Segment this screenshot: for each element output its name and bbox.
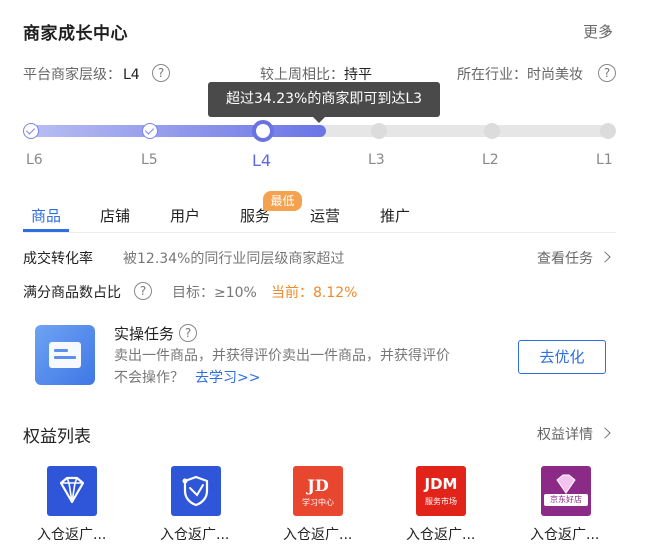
tab-divider [23,232,616,233]
level-node-l2 [484,123,500,139]
level-progress-fill [30,125,326,137]
diamond-icon[interactable] [47,466,97,516]
full-score-label: 满分商品数占比 [23,285,121,301]
jdm-service-market-icon[interactable]: JDM 服务市场 [416,466,466,516]
benefit-label: 入仓返广... [530,527,600,543]
jd-logo-sub: 学习中心 [302,498,334,507]
task-help-text: 不会操作？ [114,370,184,386]
jd-learning-center-icon[interactable]: JD 学习中心 [293,466,343,516]
compare-label: 较上周相比： [260,67,344,83]
benefit-label: 入仓返广... [283,527,353,543]
task-desc: 卖出一件商品，并获得评价卖出一件商品，并获得评价 [114,348,450,364]
active-tab-indicator [23,229,69,232]
benefit-label: 入仓返广... [160,527,230,543]
task-title: 实操任务 [114,325,175,343]
level-node-l3 [371,123,387,139]
learn-link[interactable]: 去学习>> [195,367,260,387]
target-metric: 目标：≥10% [172,282,257,302]
good-store-logo-text: 京东好店 [544,494,588,506]
current-label: 当前： [271,285,313,301]
benefits-detail-link[interactable]: 权益详情 [537,424,593,444]
tab-store[interactable]: 店铺 [100,205,130,226]
shield-icon[interactable] [171,466,221,516]
help-icon[interactable]: ? [152,64,170,82]
level-tooltip: 超过34.23%的商家即可到达L3 [208,82,440,117]
weekly-compare: 较上周相比：持平 [260,64,372,84]
level-label-l5: L5 [141,152,158,168]
target-value: ≥10% [214,285,257,301]
industry: 所在行业：时尚美妆 [457,64,583,84]
tab-operations[interactable]: 运营 [310,205,340,226]
level-label-l1: L1 [596,152,613,168]
chevron-right-icon[interactable] [599,427,611,439]
tab-users[interactable]: 用户 [170,205,200,226]
help-icon[interactable]: ? [179,324,197,342]
conversion-rate-label: 成交转化率 [23,251,93,267]
level-label-l6: L6 [26,152,43,168]
merchant-level: 平台商家层级： L4 [23,64,140,84]
jdm-logo-text: JDM [424,475,458,493]
tooltip-arrow [312,116,326,123]
benefits-title: 权益列表 [23,427,91,447]
level-label: 平台商家层级： [23,67,121,83]
level-node-l6 [23,123,39,139]
industry-value: 时尚美妆 [527,67,583,83]
compare-value: 持平 [344,67,372,83]
help-icon[interactable]: ? [134,282,152,300]
tab-goods[interactable]: 商品 [31,205,61,226]
optimize-button[interactable]: 去优化 [518,340,606,374]
benefit-label: 入仓返广... [406,527,476,543]
level-node-l1 [600,123,616,139]
jd-logo-text: JD [307,476,329,495]
jdm-logo-sub: 服务市场 [425,497,457,506]
conversion-rate-desc: 被12.34%的同行业同层级商家超过 [123,251,345,267]
level-label-l4: L4 [252,151,272,170]
tab-promotion[interactable]: 推广 [380,205,410,226]
help-icon[interactable]: ? [598,64,616,82]
benefit-label: 入仓返广... [37,527,107,543]
level-label-l3: L3 [368,152,385,168]
level-node-l4-current [252,120,274,142]
lowest-badge: 最低 [263,191,302,211]
industry-label: 所在行业： [457,67,527,83]
task-document-icon [35,325,95,385]
view-task-link[interactable]: 查看任务 [537,248,593,268]
level-value: L4 [123,67,140,83]
level-node-l5 [142,123,158,139]
page-title: 商家成长中心 [23,24,128,44]
jd-good-store-icon[interactable]: 京东好店 [541,466,591,516]
current-metric: 当前：8.12% [271,282,357,302]
level-label-l2: L2 [482,152,499,168]
current-value: 8.12% [313,285,358,301]
chevron-right-icon[interactable] [599,251,611,263]
target-label: 目标： [172,285,214,301]
